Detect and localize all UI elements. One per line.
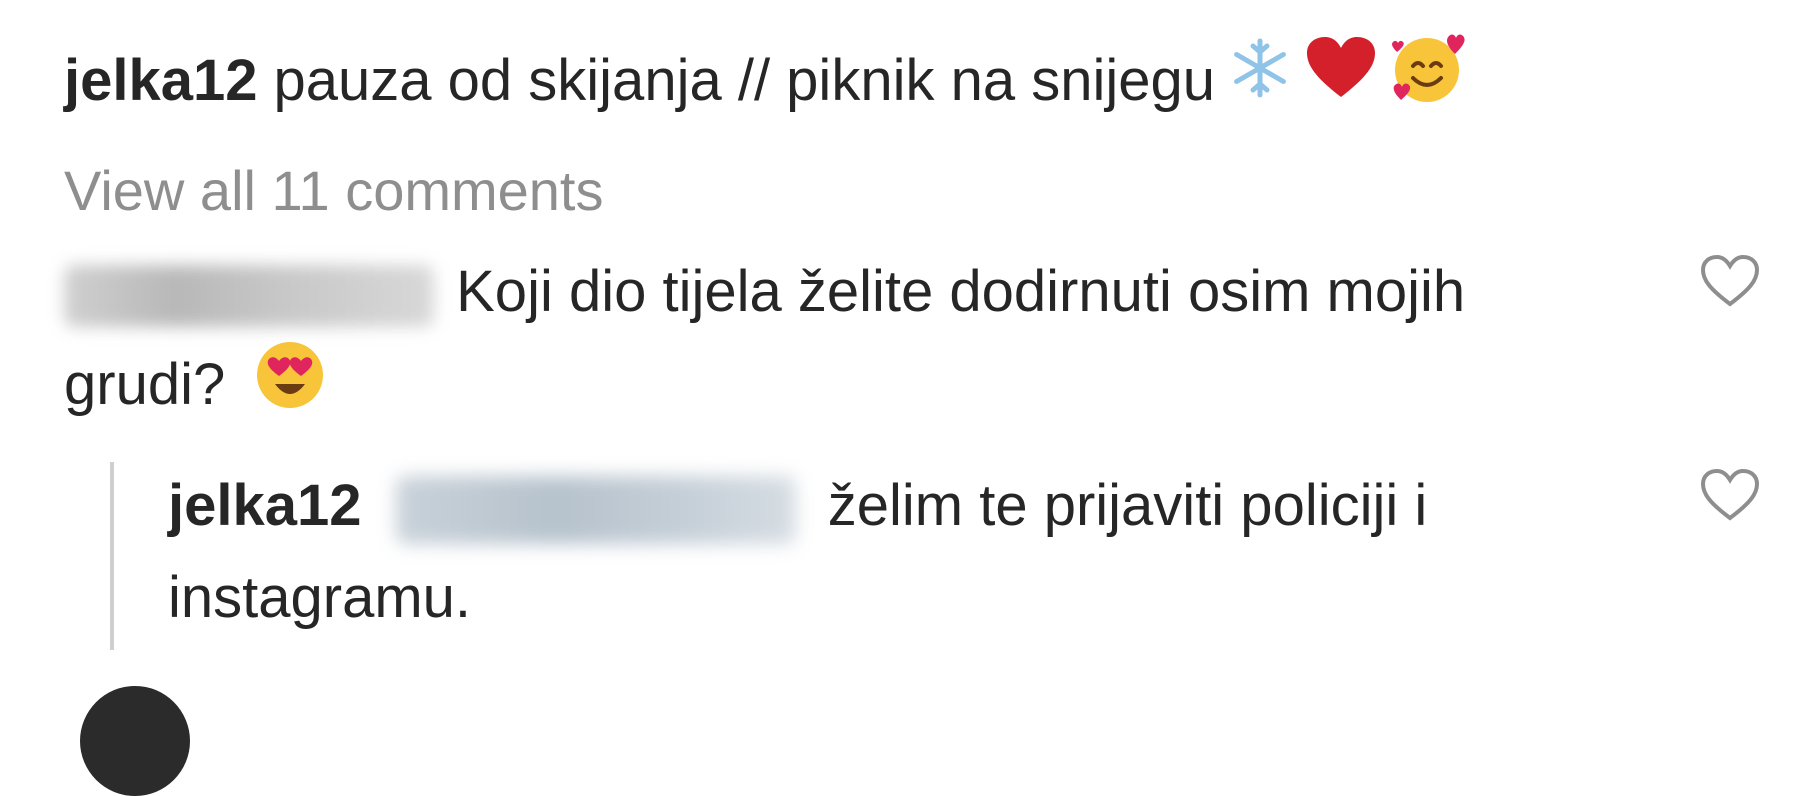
avatar[interactable] — [80, 686, 190, 796]
redacted-mention — [395, 475, 796, 544]
snowflake-icon — [1227, 35, 1293, 127]
comment-like-heart-icon[interactable] — [1700, 254, 1760, 308]
redacted-commenter-username — [64, 264, 434, 327]
reply-like-heart-icon[interactable] — [1700, 468, 1760, 522]
reply-username[interactable]: jelka12 — [168, 473, 362, 538]
comment: Koji dio tijela želite dodirnuti osim mo… — [64, 246, 1504, 439]
caption-text: pauza od skijanja // piknik na snijegu — [273, 48, 1215, 113]
smiling-face-with-hearts-icon — [1389, 30, 1469, 132]
reply-thread-line — [110, 462, 114, 650]
caption-username[interactable]: jelka12 — [64, 36, 258, 126]
red-heart-icon — [1305, 35, 1377, 127]
heart-eyes-icon — [253, 338, 327, 439]
post-caption: jelka12 pauza od skijanja // piknik na s… — [64, 30, 1469, 132]
reply-comment: jelka12 želim te prijaviti policiji i in… — [168, 460, 1588, 644]
view-all-comments-link[interactable]: View all 11 comments — [64, 146, 604, 236]
